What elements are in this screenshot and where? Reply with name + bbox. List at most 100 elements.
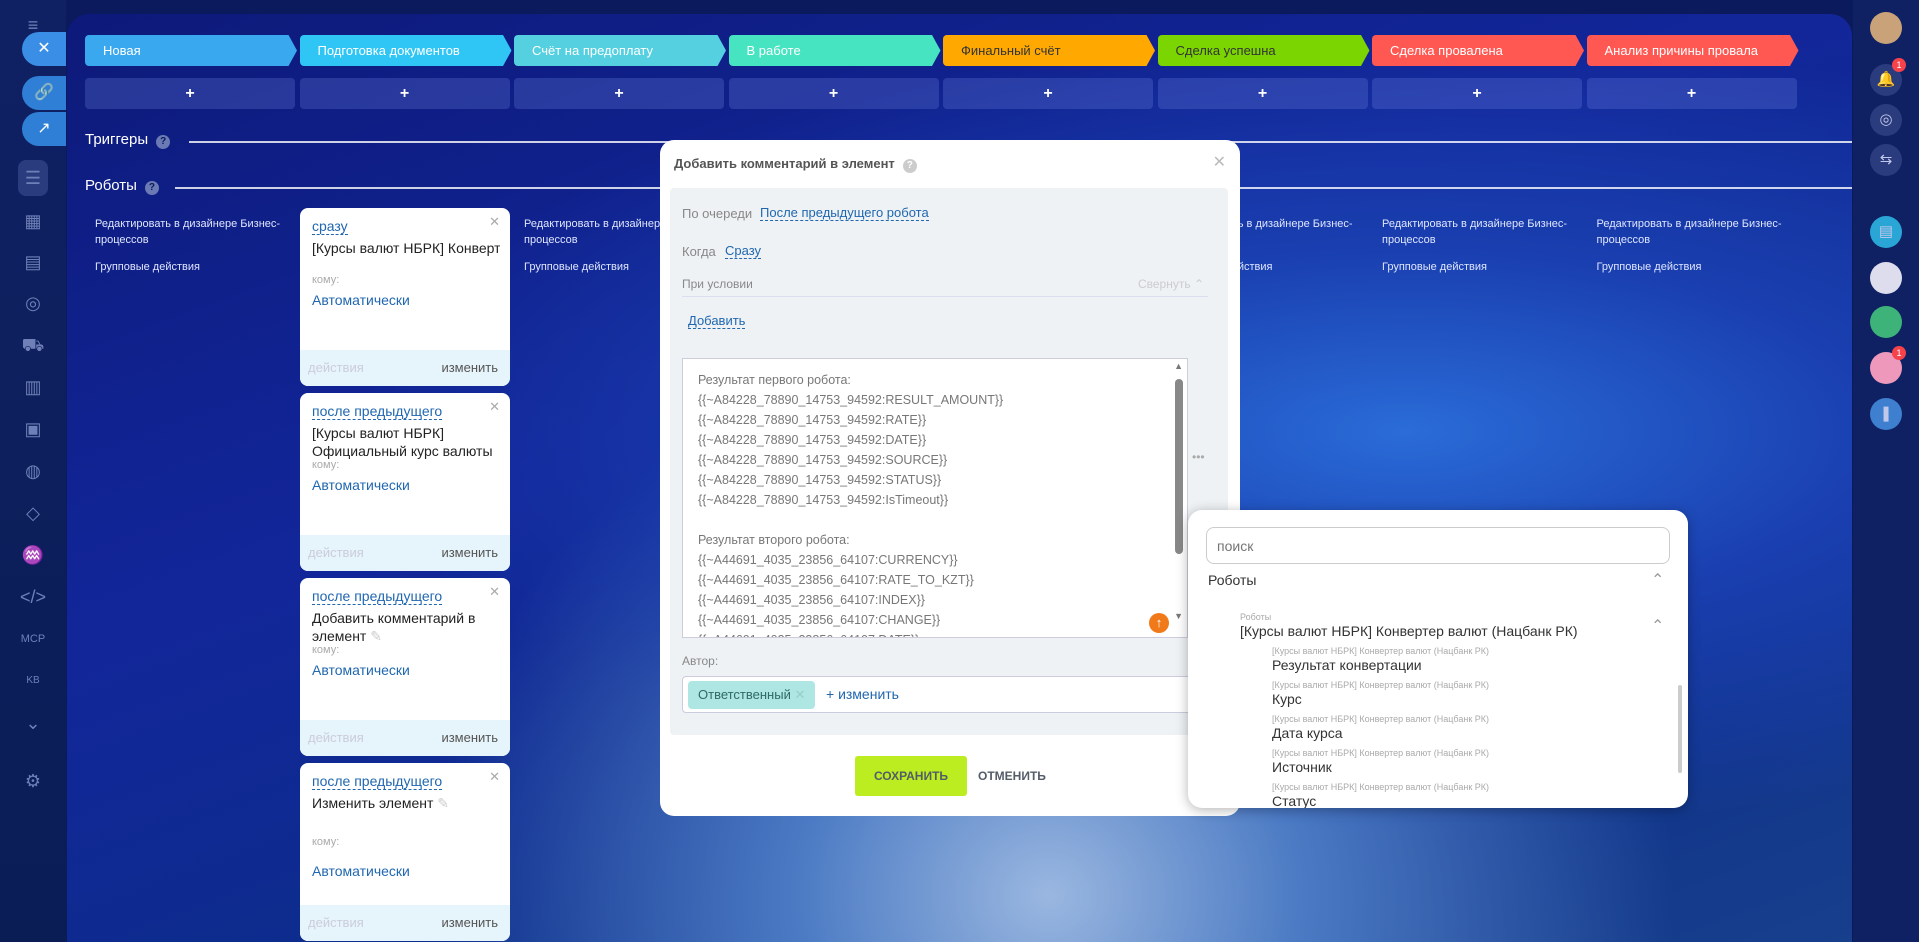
edit-in-designer-link[interactable]: Редактировать в дизайнере Бизнес-процесс… [1597, 216, 1787, 248]
recipient-value[interactable]: Автоматически [312, 863, 410, 879]
stage-6[interactable]: Сделка провалена [1372, 35, 1584, 66]
delete-icon[interactable]: ✕ [489, 214, 500, 230]
group-robots[interactable]: Роботы [1208, 572, 1256, 588]
close-icon[interactable]: ✕ [1213, 152, 1226, 172]
user-avatar[interactable]: 1 [1870, 346, 1906, 384]
storage-icon[interactable]: ▤ [18, 247, 48, 277]
save-button[interactable]: СОХРАНИТЬ [855, 756, 967, 796]
delete-icon[interactable]: ✕ [489, 584, 500, 600]
when-select[interactable]: Сразу [725, 243, 762, 259]
bookmark-icon[interactable]: ❚ [1870, 398, 1902, 430]
avatar[interactable] [1870, 12, 1902, 44]
stage-2[interactable]: Счёт на предоплату [514, 35, 726, 66]
stage-7[interactable]: Анализ причины провала [1586, 35, 1799, 66]
recipient-value[interactable]: Автоматически [312, 477, 410, 493]
upload-icon[interactable]: ↑ [1149, 613, 1169, 633]
actions-link[interactable]: действия [308, 915, 364, 930]
close-slider-button[interactable]: ✕ [22, 32, 66, 66]
field-item[interactable]: Курс [1272, 691, 1302, 707]
author-field[interactable]: Ответственный ✕ + изменить [682, 676, 1228, 713]
chat-avatar[interactable]: ▤ [1870, 216, 1902, 248]
add-robot-button[interactable]: + [299, 78, 510, 109]
remove-icon[interactable]: ✕ [794, 687, 805, 702]
scrollbar[interactable] [1678, 685, 1682, 773]
add-robot-button[interactable]: + [514, 78, 724, 109]
edit-link[interactable]: изменить [441, 730, 498, 745]
edit-link[interactable]: изменить [441, 545, 498, 560]
user-avatar[interactable] [1870, 262, 1902, 294]
search-input[interactable] [1206, 527, 1670, 564]
market-icon[interactable]: ♒ [18, 540, 48, 570]
chart-icon[interactable]: ▥ [18, 372, 48, 402]
delete-icon[interactable]: ✕ [489, 769, 500, 785]
help-icon[interactable]: ? [902, 159, 917, 173]
calendar-icon[interactable]: ▦ [18, 206, 48, 236]
add-robot-button[interactable]: + [943, 78, 1153, 109]
chevron-up-icon[interactable]: ⌃ [1651, 570, 1664, 590]
edit-link[interactable]: изменить [441, 360, 498, 375]
robot-timing[interactable]: после предыдущего [312, 588, 443, 605]
copilot-icon[interactable]: ◎ [1870, 104, 1902, 136]
stage-4[interactable]: Финальный счёт [943, 35, 1155, 66]
gear-icon[interactable]: ⚙ [18, 766, 48, 796]
field-item[interactable]: Результат конвертации [1272, 657, 1422, 673]
recipient-value[interactable]: Автоматически [312, 662, 410, 678]
cancel-button[interactable]: ОТМЕНИТЬ [978, 756, 1046, 796]
scroll-down-icon[interactable]: ▼ [1174, 611, 1183, 621]
robot-card[interactable]: после предыдущего ✕ Добавить комментарий… [300, 578, 510, 756]
group-actions-link[interactable]: Групповые действия [1382, 259, 1572, 275]
field-item[interactable]: Статус [1272, 793, 1316, 808]
robot-timing[interactable]: после предыдущего [312, 403, 443, 420]
add-robot-button[interactable]: + [1372, 78, 1582, 109]
chevron-up-icon[interactable]: ⌃ [1651, 616, 1664, 636]
group-actions-link[interactable]: Групповые действия [95, 259, 285, 275]
bell-icon[interactable]: 🔔 1 [1870, 58, 1906, 96]
recipient-value[interactable]: Автоматически [312, 292, 410, 308]
chevron-down-icon[interactable]: ⌄ [18, 708, 48, 738]
automation-icon[interactable]: ☰ [18, 160, 48, 196]
more-icon[interactable]: ••• [1192, 450, 1205, 464]
code-icon[interactable]: </> [18, 582, 48, 612]
edit-in-designer-link[interactable]: Редактировать в дизайнере Бизнес-процесс… [1382, 216, 1572, 248]
actions-link[interactable]: действия [308, 360, 364, 375]
cart-icon[interactable]: ⛟ [18, 330, 48, 360]
robot-icon[interactable]: ◍ [18, 456, 48, 486]
scroll-up-icon[interactable]: ▲ [1174, 361, 1183, 371]
kb-label[interactable]: KB [18, 666, 48, 696]
robot-card[interactable]: сразу ✕ [Курсы валют НБРК] Конвертер вал… [300, 208, 510, 386]
group-actions-link[interactable]: Групповые действия [1597, 259, 1787, 275]
add-robot-button[interactable]: + [728, 78, 939, 109]
edit-in-designer-link[interactable]: Редактировать в дизайнере Бизнес-процесс… [95, 216, 285, 248]
help-icon[interactable]: ? [156, 135, 171, 149]
add-robot-button[interactable]: + [85, 78, 295, 109]
stage-5[interactable]: Сделка успешна [1157, 35, 1370, 66]
contact-center-icon[interactable]: ▣ [18, 414, 48, 444]
edit-link[interactable]: изменить [441, 915, 498, 930]
pencil-icon[interactable]: ✎ [433, 795, 449, 811]
robot-group[interactable]: [Курсы валют НБРК] Конвертер валют (Нацб… [1240, 623, 1578, 639]
field-item[interactable]: Источник [1272, 759, 1332, 775]
chat-icon[interactable]: ⇆ [1870, 144, 1902, 176]
order-select[interactable]: После предыдущего робота [760, 205, 929, 221]
add-condition-link[interactable]: Добавить [688, 313, 746, 329]
group-avatar[interactable] [1870, 306, 1902, 338]
add-robot-button[interactable]: + [1157, 78, 1368, 109]
stage-3[interactable]: В работе [728, 35, 941, 66]
comment-textarea[interactable]: Результат первого робота: {{~A84228_78890… [682, 358, 1188, 638]
actions-link[interactable]: действия [308, 545, 364, 560]
pencil-icon[interactable]: ✎ [366, 628, 382, 644]
open-new-window-button[interactable]: ↗ [22, 112, 66, 146]
robot-timing[interactable]: сразу [312, 218, 348, 235]
collapse-button[interactable]: Свернуть ⌃ [1138, 277, 1204, 291]
robot-card[interactable]: после предыдущего ✕ Изменить элемент ✎ к… [300, 763, 510, 941]
robot-card[interactable]: после предыдущего ✕ [Курсы валют НБРК] О… [300, 393, 510, 571]
delete-icon[interactable]: ✕ [489, 399, 500, 415]
change-author-link[interactable]: + изменить [826, 686, 899, 702]
stage-0[interactable]: Новая [85, 35, 297, 66]
mcp-label[interactable]: MCP [18, 624, 48, 654]
actions-link[interactable]: действия [308, 730, 364, 745]
add-robot-button[interactable]: + [1586, 78, 1797, 109]
copy-link-button[interactable]: 🔗 [22, 76, 66, 110]
stage-1[interactable]: Подготовка документов [299, 35, 512, 66]
robot-timing[interactable]: после предыдущего [312, 773, 443, 790]
